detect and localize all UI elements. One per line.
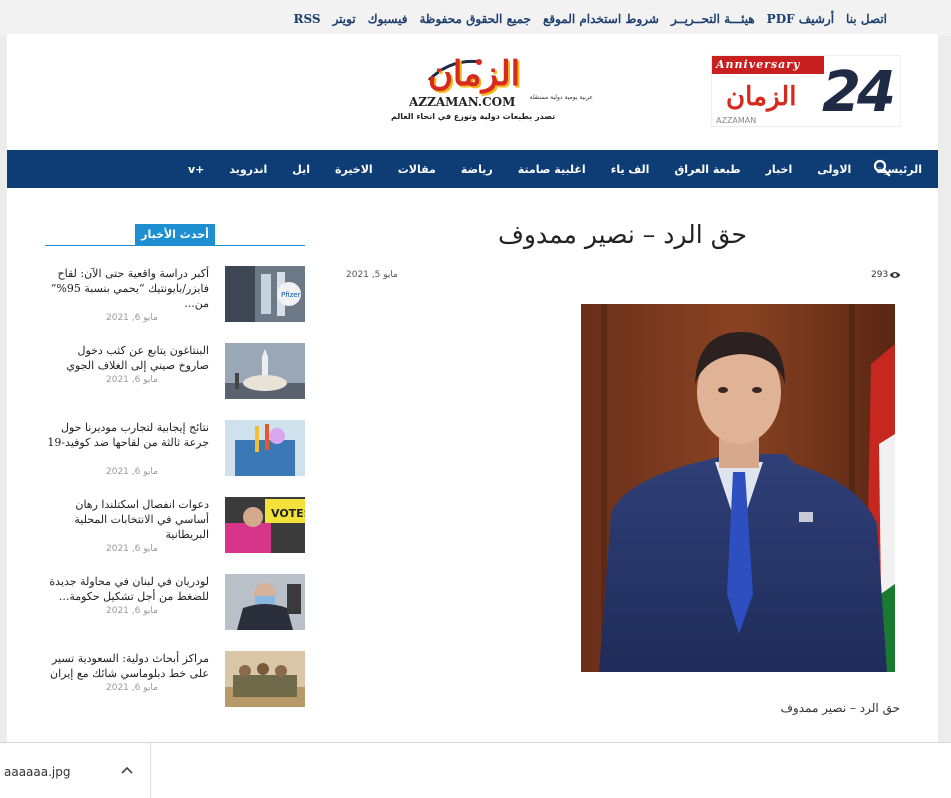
news-thumbnail-image — [225, 574, 305, 630]
news-item[interactable]: نتائج إيجابية لتجارب موديرنا حول جرعة ثا… — [45, 420, 305, 480]
logo-tagline: تصدر بطبعات دولية وتوزع في انحاء العالم — [391, 112, 556, 121]
nav-item[interactable]: الاخيرة — [335, 163, 373, 176]
news-item[interactable]: البنتاغون يتابع عن كثب دخول صاروخ صيني إ… — [45, 343, 305, 403]
news-title[interactable]: لودريان في لبنان في محاولة جديدة للضغط م… — [44, 574, 209, 604]
anniversary-banner[interactable]: Anniversary الزمان 24 AZZAMAN — [711, 55, 901, 127]
news-thumbnail[interactable]: Pfizer — [225, 266, 305, 322]
news-thumbnail-image: Pfizer — [225, 266, 305, 322]
news-title[interactable]: أكبر دراسة واقعية حتى الآن: لقاح فايزر/ب… — [44, 266, 209, 311]
logo-english: AZZAMAN.COM — [409, 95, 516, 109]
news-title[interactable]: مراكز أبحاث دولية: السعودية تسير على خط … — [44, 651, 209, 681]
news-date: مايو 6, 2021 — [106, 313, 158, 323]
portrait-image — [581, 304, 895, 672]
sidebar-heading: أحدث الأخبار — [45, 224, 305, 246]
logo-title: الزمان — [427, 54, 521, 94]
nav-item[interactable]: رياضة — [461, 163, 493, 176]
news-item[interactable]: VOTES دعوات انفصال اسكتلندا رهان أساسي في… — [45, 497, 305, 557]
article-photo[interactable] — [581, 304, 895, 672]
sidebar-heading-label: أحدث الأخبار — [135, 224, 215, 245]
top-link[interactable]: تويتر — [333, 12, 356, 26]
nav-items: الرئيسية الاولى اخبار طبعة العراق الف ياء اغل… — [163, 150, 922, 188]
banner-number: 24 — [822, 60, 896, 125]
banner-footer: AZZAMAN — [716, 116, 757, 125]
news-thumbnail[interactable] — [225, 343, 305, 399]
news-thumbnail-image — [225, 420, 305, 476]
chevron-up-icon[interactable] — [120, 763, 134, 777]
nav-item[interactable]: طبعة العراق — [674, 163, 740, 176]
download-filename[interactable]: aaaaaa.jpg — [4, 765, 71, 779]
news-title[interactable]: دعوات انفصال اسكتلندا رهان أساسي في الان… — [44, 497, 209, 542]
news-thumbnail[interactable]: VOTES — [225, 497, 305, 553]
thumb-text: VOTES — [271, 507, 305, 520]
site-logo[interactable]: الزمان عربية يومية دولية مستقلة AZZAMAN.… — [355, 54, 593, 128]
news-thumbnail[interactable] — [225, 420, 305, 476]
nav-item[interactable]: الاولى — [817, 163, 851, 176]
view-count: 293 — [871, 270, 901, 280]
top-link[interactable]: RSS — [294, 12, 321, 26]
top-link[interactable]: جميع الحقوق محفوظة — [419, 12, 530, 26]
news-thumbnail-image — [225, 343, 305, 399]
news-thumbnail[interactable] — [225, 651, 305, 707]
download-bar: aaaaaa.jpg — [0, 742, 951, 798]
banner-ribbon: Anniversary — [712, 56, 824, 74]
nav-item[interactable]: اخبار — [766, 163, 793, 176]
top-link[interactable]: فيسبوك — [368, 12, 408, 26]
nav-item[interactable]: الرئيسية — [876, 163, 922, 176]
news-thumbnail[interactable] — [225, 574, 305, 630]
news-item[interactable]: لودريان في لبنان في محاولة جديدة للضغط م… — [45, 574, 305, 634]
article-caption: حق الرد – نصير ممدوف — [780, 701, 900, 715]
nav-item[interactable]: اندرويد — [229, 163, 267, 176]
top-link[interactable]: أرشيف PDF — [767, 12, 834, 26]
nav-item[interactable]: الف ياء — [611, 163, 650, 176]
banner-word: الزمان — [726, 82, 797, 112]
top-link[interactable]: شروط استخدام الموقع — [543, 12, 659, 26]
nav-item[interactable]: ايل — [292, 163, 310, 176]
top-utility-bar: اتصل بنا أرشيف PDF هيئـــة التحــريــر شروط… — [0, 0, 951, 36]
banner-ribbon-text: Anniversary — [716, 58, 801, 71]
article-title: حق الرد – نصير ممدوف — [497, 220, 747, 249]
top-links: اتصل بنا أرشيف PDF هيئـــة التحــريــر شروط… — [282, 12, 887, 26]
nav-item[interactable]: مقالات — [398, 163, 436, 176]
news-thumbnail-image — [225, 651, 305, 707]
news-date: مايو 6, 2021 — [106, 606, 158, 616]
eye-icon — [889, 272, 901, 278]
news-thumbnail-image: VOTES — [225, 497, 305, 553]
news-date: مايو 6, 2021 — [106, 683, 158, 693]
top-link[interactable]: اتصل بنا — [846, 12, 887, 26]
download-separator — [150, 743, 151, 798]
news-date: مايو 6, 2021 — [106, 544, 158, 554]
top-link[interactable]: هيئـــة التحــريــر — [671, 12, 755, 26]
nav-item[interactable]: +v — [188, 163, 204, 176]
news-date: مايو 6, 2021 — [106, 375, 158, 385]
view-count-value: 293 — [871, 270, 889, 280]
news-item[interactable]: Pfizer أكبر دراسة واقعية حتى الآن: لقاح ف… — [45, 266, 305, 326]
thumb-text: Pfizer — [281, 291, 301, 299]
article-date: مايو 5, 2021 — [346, 270, 398, 280]
news-title[interactable]: نتائج إيجابية لتجارب موديرنا حول جرعة ثا… — [44, 420, 209, 450]
nav-item[interactable]: اغلبية صامتة — [518, 163, 586, 176]
logo-subtitle: عربية يومية دولية مستقلة — [529, 94, 593, 101]
page: الزمان عربية يومية دولية مستقلة AZZAMAN.… — [7, 34, 938, 742]
news-date: مايو 6, 2021 — [106, 467, 158, 477]
news-item[interactable]: مراكز أبحاث دولية: السعودية تسير على خط … — [45, 651, 305, 711]
main-nav: الرئيسية الاولى اخبار طبعة العراق الف ياء اغل… — [7, 150, 938, 188]
news-title[interactable]: البنتاغون يتابع عن كثب دخول صاروخ صيني إ… — [44, 343, 209, 373]
